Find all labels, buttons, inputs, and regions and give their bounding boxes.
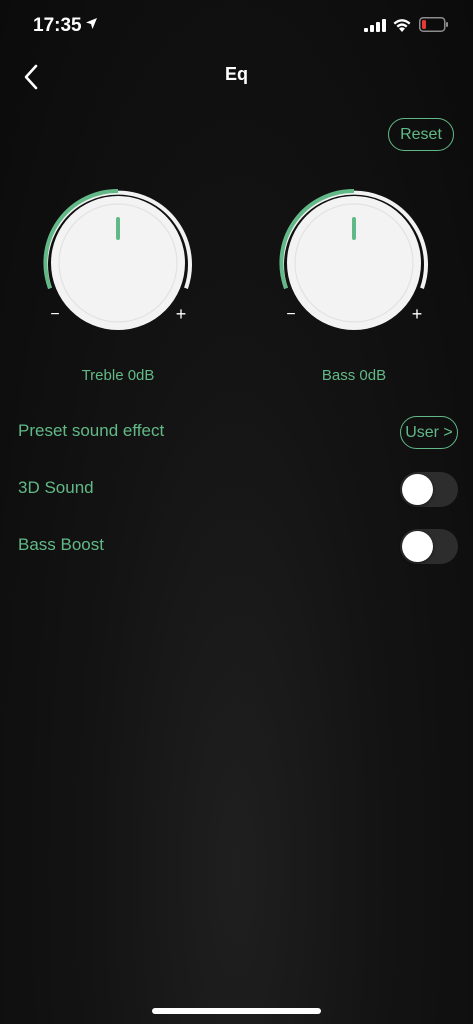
reset-button[interactable]: Reset xyxy=(388,118,454,151)
bass-boost-toggle-knob xyxy=(402,531,433,562)
treble-knob[interactable]: − + xyxy=(35,180,201,346)
nav-bar: Eq xyxy=(0,50,473,104)
treble-label: Treble 0dB xyxy=(81,367,155,384)
location-arrow-icon xyxy=(86,18,97,29)
status-bar: 17:35 xyxy=(0,0,473,50)
treble-minus-label: − xyxy=(50,306,59,323)
preset-user-button[interactable]: User > xyxy=(400,416,458,449)
bass-boost-row: Bass Boost xyxy=(18,529,458,564)
bass-minus-label: − xyxy=(286,306,295,323)
wifi-icon xyxy=(393,19,411,32)
home-indicator xyxy=(152,1008,321,1014)
status-time: 17:35 xyxy=(33,15,82,36)
bass-boost-toggle[interactable] xyxy=(400,529,458,564)
bass-label: Bass 0dB xyxy=(321,367,387,384)
bass-knob-graphic: − + xyxy=(279,188,428,330)
bass-plus-label: + xyxy=(412,304,423,324)
3d-sound-toggle-knob xyxy=(402,474,433,505)
treble-dial xyxy=(51,196,185,330)
3d-sound-label: 3D Sound xyxy=(18,478,94,497)
bass-knob[interactable]: − + xyxy=(271,180,437,346)
battery-low-icon xyxy=(419,17,448,32)
signal-icon xyxy=(364,19,386,32)
preset-sound-effect-label: Preset sound effect xyxy=(18,421,165,440)
3d-sound-row: 3D Sound xyxy=(18,472,458,507)
bass-boost-label: Bass Boost xyxy=(18,535,104,554)
3d-sound-toggle[interactable] xyxy=(400,472,458,507)
preset-sound-effect-row: Preset sound effect User > xyxy=(18,415,458,449)
treble-knob-graphic: − + xyxy=(43,188,192,330)
page-title: Eq xyxy=(224,64,248,84)
bass-dial xyxy=(287,196,421,330)
treble-plus-label: + xyxy=(176,304,187,324)
